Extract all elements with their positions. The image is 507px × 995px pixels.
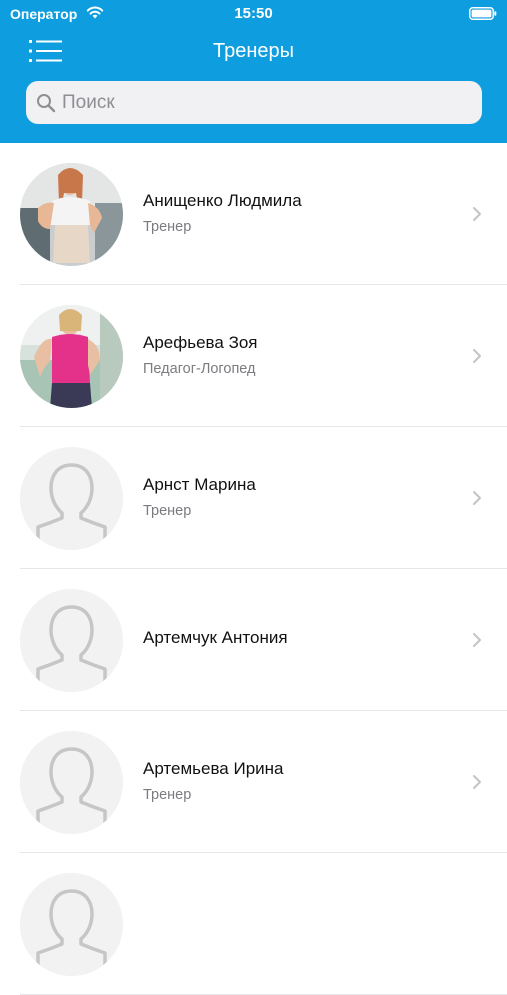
trainer-name: Арнст Марина [143,475,256,494]
trainer-list: Анищенко Людмила Тренер Арефьева Зоя Пед… [0,143,507,995]
search-bar[interactable] [26,81,482,124]
trainer-photo [20,305,123,408]
trainer-row[interactable]: Арнст Марина Тренер [0,427,507,569]
trainer-role: Тренер [143,503,192,519]
trainer-photo [20,163,123,266]
placeholder-avatar-icon [20,589,123,692]
placeholder-avatar-icon [20,731,123,834]
search-icon [37,93,56,112]
chevron-right-icon [473,633,481,647]
battery-icon [469,7,497,20]
search-input[interactable] [62,91,462,114]
chevron-right-icon [473,775,481,789]
page-title: Тренеры [212,40,294,62]
trainer-row[interactable]: Артемьева Ирина Тренер [0,711,507,853]
trainer-name: Анищенко Людмила [143,191,302,210]
trainer-role: Тренер [143,787,192,803]
trainer-name: Арефьева Зоя [143,333,258,352]
trainer-row[interactable]: Анищенко Людмила Тренер [0,143,507,285]
trainer-row[interactable]: Артемчук Антония [0,569,507,711]
chevron-right-icon [473,491,481,505]
trainer-name: Артемьева Ирина [143,759,284,778]
trainer-row[interactable]: Арефьева Зоя Педагог-Логопед [0,285,507,427]
chevron-right-icon [473,349,481,363]
trainer-row[interactable] [0,853,507,995]
chevron-right-icon [473,207,481,221]
trainer-name: Артемчук Антония [143,628,288,647]
status-bar: Оператор 15:50 [0,0,507,28]
clock: 15:50 [234,5,273,22]
placeholder-avatar-icon [20,873,123,976]
trainer-role: Педагог-Логопед [143,361,256,377]
trainer-role: Тренер [143,219,192,235]
placeholder-avatar-icon [20,447,123,550]
header: Оператор 15:50 Тренеры [0,0,507,143]
